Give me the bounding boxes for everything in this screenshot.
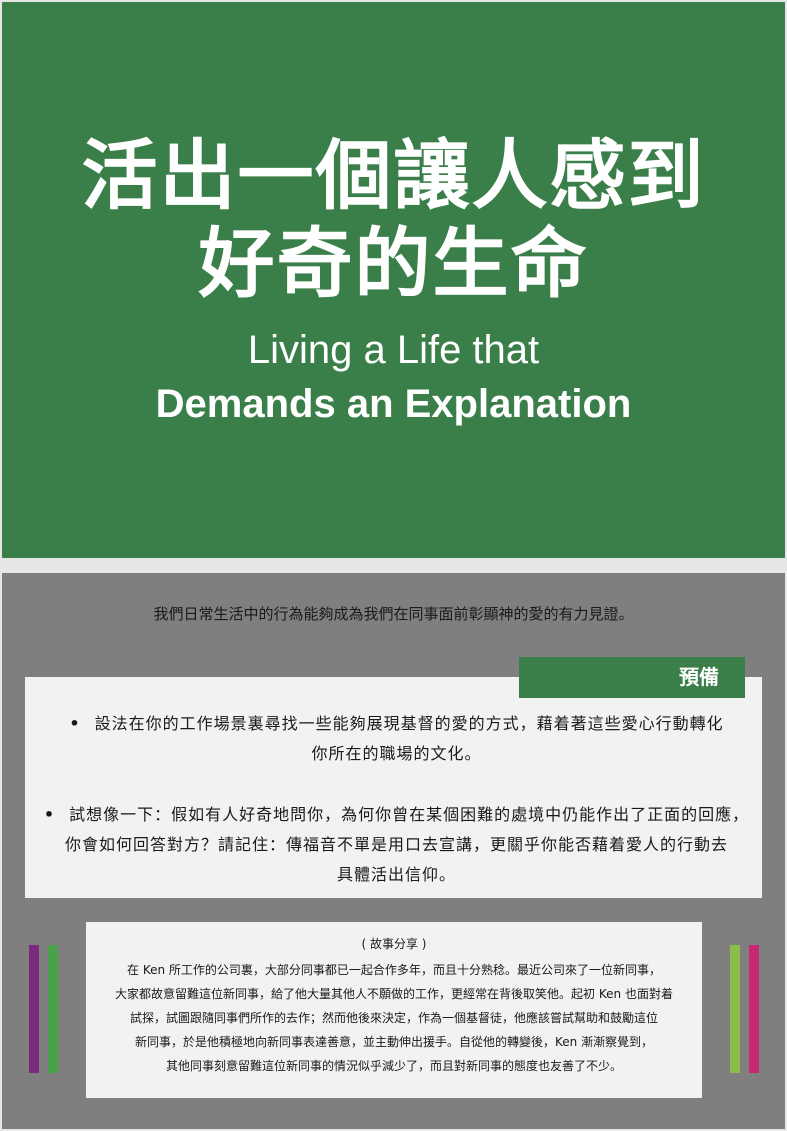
decorative-bar-pink <box>749 945 759 1073</box>
bullet-2-line-2: 你會如何回答對方？請記住：傳福音不單是用口去宣講，更關乎你能否藉着愛人的行動去 <box>64 835 728 854</box>
bullet-icon: • <box>43 805 56 824</box>
story-line: 在 Ken 所工作的公司裏，大部分同事都已一起合作多年，而且十分熟稔。最近公司來… <box>127 963 661 977</box>
bullet-1-line-1: 設法在你的工作場景裏尋找一些能夠展現基督的愛的方式，藉着著這些愛心行動轉化 <box>94 714 724 733</box>
bullet-2-line-3: 具體活出信仰。 <box>336 865 456 884</box>
title-line-1: 活出一個讓人感到 <box>81 131 706 220</box>
prepare-bullet-1: • 設法在你的工作場景裏尋找一些能夠展現基督的愛的方式，藉着著這些愛心行動轉化 你… <box>38 709 755 769</box>
story-line: 其他同事刻意留難這位新同事的情況似乎減少了，而且對新同事的態度也友善了不少。 <box>165 1059 622 1073</box>
story-line: 大家都故意留難這位新同事，給了他大量其他人不願做的工作，更經常在背後取笑他。起初… <box>115 987 673 1001</box>
story-box: ( 故事分享 ) 在 Ken 所工作的公司裏，大部分同事都已一起合作多年，而且十… <box>86 922 702 1098</box>
decorative-bar-green <box>48 945 58 1073</box>
content-panel: 我們日常生活中的行為能夠成為我們在同事面前彰顯神的愛的有力見證。 預備 • 設法在… <box>2 573 785 1129</box>
bullet-2-line-1: 試想像一下：假如有人好奇地問你，為何你曾在某個困難的處境中仍能作出了正面的回應， <box>69 805 750 824</box>
prepare-bullet-2: • 試想像一下：假如有人好奇地問你，為何你曾在某個困難的處境中仍能作出了正面的回應… <box>38 800 755 890</box>
decorative-bar-lime <box>730 945 740 1073</box>
title-banner: 活出一個讓人感到 好奇的生命 Living a Life that Demand… <box>2 2 785 558</box>
intro-text: 我們日常生活中的行為能夠成為我們在同事面前彰顯神的愛的有力見證。 <box>153 605 634 623</box>
decorative-bar-purple <box>29 945 39 1073</box>
prepare-label: 預備 <box>519 657 745 698</box>
story-line: 新同事，於是他積極地向新同事表達善意，並主動伸出援手。自從他的轉變後，Ken 漸… <box>134 1035 654 1049</box>
subtitle-line-1: Living a Life that <box>247 328 540 372</box>
story-line: 試探，試圖跟隨同事們所作的去作；然而他後來決定，作為一個基督徒，他應該嘗試幫助和… <box>129 1011 658 1025</box>
bullet-1-line-2: 你所在的職場的文化。 <box>311 744 482 763</box>
story-heading: ( 故事分享 ) <box>361 937 427 951</box>
title-line-2: 好奇的生命 <box>198 219 589 308</box>
subtitle-line-2: Demands an Explanation <box>155 382 632 426</box>
bullet-icon: • <box>69 714 81 733</box>
page-title: 活出一個讓人感到 好奇的生命 <box>2 132 785 308</box>
